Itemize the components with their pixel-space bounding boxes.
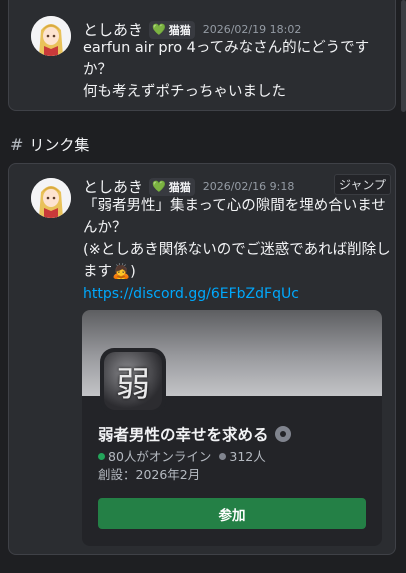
- author-name[interactable]: としあき: [83, 176, 143, 197]
- member-count: 312人: [229, 449, 266, 464]
- message-timestamp: 2026/02/16 9:18: [202, 180, 295, 193]
- online-count-row: 80人がオンライン: [98, 446, 211, 465]
- guild-icon-char: 弱: [104, 352, 162, 410]
- join-button[interactable]: 参加: [98, 498, 366, 529]
- user-avatar[interactable]: [31, 178, 71, 218]
- section-heading: # リンク集: [10, 134, 89, 155]
- members-dot-icon: [219, 453, 227, 460]
- guild-name: 弱者男性の幸せを求める: [98, 426, 269, 444]
- message-header: としあき 💚 猫猫 2026/02/16 9:18: [83, 176, 294, 197]
- message-card-2: ジャンプ としあき 💚 猫猫 2026/02/16 9:18 「弱者男性」集まっ…: [8, 163, 396, 555]
- message-text-line2-end: ): [130, 264, 136, 280]
- section-title: リンク集: [29, 136, 90, 154]
- guild-tag-label: 猫猫: [168, 23, 191, 37]
- guild-tag[interactable]: 💚 猫猫: [149, 20, 195, 39]
- guild-tag-label: 猫猫: [168, 180, 191, 194]
- message-text-line1: 「弱者男性」集まって心の隙間を埋め合いませんか？: [83, 198, 386, 236]
- invite-link[interactable]: https://discord.gg/6EFbZdFqUc: [83, 286, 299, 302]
- user-avatar[interactable]: [31, 16, 71, 56]
- guild-created-date: 創設：2026年2月: [98, 467, 201, 482]
- message-text: earfun air pro 4ってみなさん的にどうですか？ 何も考えずポチっち…: [83, 40, 370, 100]
- heart-icon: 💚: [152, 180, 166, 193]
- member-count-row: 312人: [219, 446, 266, 465]
- guild-stats: 80人がオンライン 312人: [98, 446, 266, 465]
- guild-icon: 弱: [100, 348, 166, 414]
- guild-name-row: 弱者男性の幸せを求める: [98, 423, 291, 445]
- bowing-emoji: 🙇: [112, 264, 131, 280]
- jump-button[interactable]: ジャンプ: [333, 174, 391, 195]
- message-timestamp: 2026/02/19 18:02: [202, 23, 302, 36]
- server-invite-embed: 弱 弱者男性の幸せを求める 80人がオンライン 312人 創設：2026年2月 …: [82, 310, 382, 546]
- online-count: 80人がオンライン: [108, 449, 212, 464]
- scrollbar[interactable]: [401, 0, 406, 112]
- hash-icon: #: [10, 135, 24, 154]
- online-dot-icon: [98, 453, 105, 460]
- message-card-1: としあき 💚 猫猫 2026/02/19 18:02 earfun air pr…: [8, 0, 396, 111]
- guild-tag[interactable]: 💚 猫猫: [149, 177, 195, 196]
- message-text-line2: (※としあき関係ないのでご迷惑であれば削除します🙇): [83, 239, 393, 283]
- guild-badge-icon: [274, 426, 291, 442]
- heart-icon: 💚: [152, 23, 166, 36]
